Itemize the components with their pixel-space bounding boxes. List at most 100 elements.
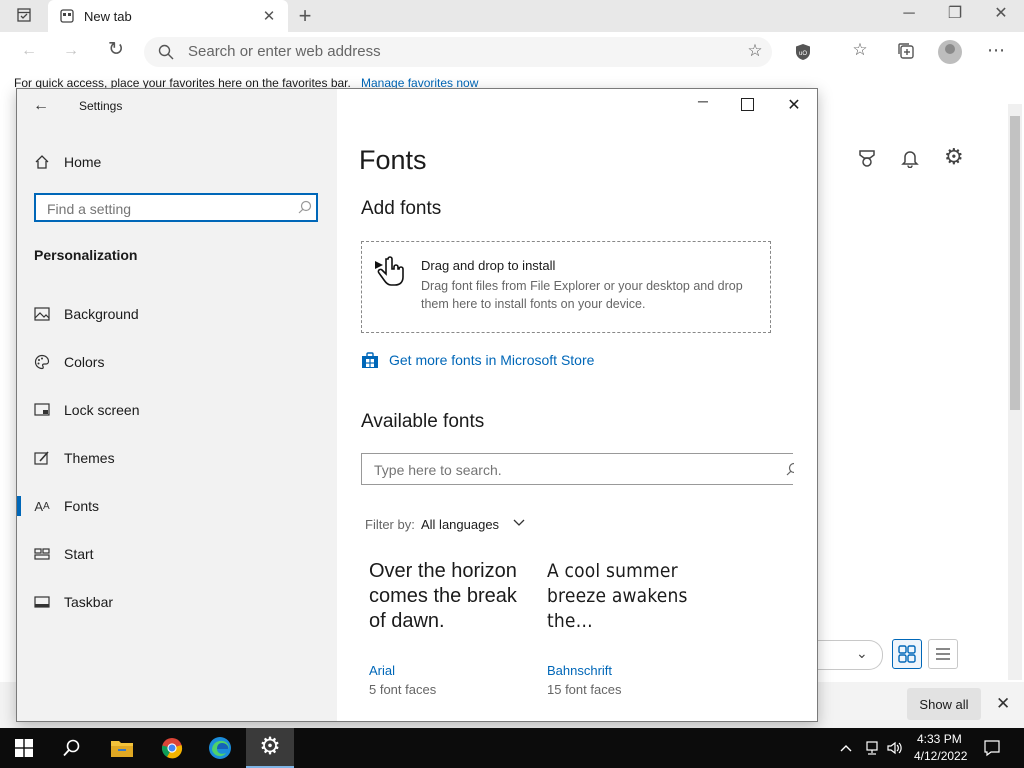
minimize-browser-icon[interactable]: ─ — [900, 6, 918, 24]
font-card-bahnschrift[interactable]: A cool summer breeze awakens the… Bahnsc… — [547, 557, 717, 697]
browser-tab-strip: New tab ✕ + ─ ❐ ✕ — [0, 0, 1024, 32]
home-nav-item[interactable]: Home — [17, 138, 337, 186]
add-favorite-star-icon[interactable]: ☆ — [746, 42, 764, 61]
home-label: Home — [64, 154, 102, 170]
refresh-icon[interactable]: ↻ — [106, 40, 126, 62]
nav-label: Background — [64, 306, 139, 322]
nav-label: Taskbar — [64, 594, 114, 610]
nav-lock-screen[interactable]: Lock screen — [17, 386, 337, 434]
font-search-field[interactable] — [372, 461, 776, 479]
clock-time[interactable]: 4:33 PM — [917, 732, 962, 746]
windows-start-icon[interactable] — [0, 728, 48, 768]
nav-fonts[interactable]: AA Fonts — [17, 482, 337, 530]
drop-description: Drag font files from File Explorer or yo… — [421, 279, 743, 311]
store-bag-icon[interactable] — [361, 351, 379, 369]
settings-content: ─ ✕ Fonts Add fonts Drag and drop to ins… — [337, 89, 817, 721]
nav-label: Start — [64, 546, 94, 562]
clock-date[interactable]: 4/12/2022 — [914, 749, 967, 763]
address-bar[interactable]: Search or enter web address ☆ — [144, 37, 772, 67]
show-all-label: Show all — [919, 696, 969, 712]
font-faces: 5 font faces — [369, 682, 437, 697]
nav-label: Fonts — [64, 498, 100, 514]
more-menu-icon[interactable]: ⋯ — [986, 41, 1006, 62]
find-setting-input[interactable] — [34, 193, 318, 222]
store-link[interactable]: Get more fonts in Microsoft Store — [389, 352, 594, 368]
back-button[interactable]: ← — [33, 97, 49, 114]
nav-taskbar[interactable]: Taskbar — [17, 578, 337, 626]
taskbar-icon — [34, 594, 50, 610]
list-view-icon[interactable] — [928, 639, 958, 669]
maximize-window-icon[interactable] — [741, 98, 754, 111]
tab-title: New tab — [84, 9, 132, 24]
image-icon — [34, 306, 50, 322]
font-card-arial[interactable]: Over the horizon comes the break of dawn… — [369, 557, 529, 697]
ublock-shield-icon[interactable]: uO — [794, 43, 812, 61]
drop-zone[interactable]: Drag and drop to install Drag font files… — [361, 241, 771, 333]
grid-view-icon[interactable] — [892, 639, 922, 669]
layout-dropdown[interactable]: ⌄ — [816, 640, 883, 670]
new-tab-favicon-icon — [60, 9, 74, 23]
chevron-down-icon: ⌄ — [856, 645, 868, 661]
minimize-window-icon[interactable]: ─ — [695, 93, 711, 117]
page-settings-gear-icon[interactable]: ⚙ — [944, 146, 966, 168]
page-title: Fonts — [359, 145, 427, 175]
add-fonts-heading: Add fonts — [361, 198, 442, 219]
new-tab-plus-icon[interactable]: + — [296, 5, 314, 27]
font-name: Arial — [369, 663, 396, 678]
edge-icon[interactable] — [196, 728, 244, 768]
home-icon — [34, 154, 50, 170]
nav-start[interactable]: Start — [17, 530, 337, 578]
font-preview: Over the horizon comes the break of dawn… — [369, 560, 517, 632]
section-title: Personalization — [34, 247, 138, 263]
forward-arrow-icon[interactable]: → — [62, 43, 80, 61]
close-feed-icon[interactable]: ✕ — [996, 694, 1012, 713]
rewards-icon[interactable] — [857, 148, 877, 168]
taskbar-search-icon[interactable] — [48, 728, 96, 768]
close-tab-icon[interactable]: ✕ — [262, 9, 276, 25]
drop-title: Drag and drop to install — [421, 258, 556, 273]
collections-icon[interactable] — [896, 42, 916, 62]
nav-colors[interactable]: Colors — [17, 338, 337, 386]
font-preview: A cool summer breeze awakens the… — [547, 560, 688, 632]
close-window-icon[interactable]: ✕ — [786, 95, 802, 115]
favorites-icon[interactable]: ☆ — [850, 41, 870, 62]
available-fonts-heading: Available fonts — [361, 411, 485, 432]
restore-browser-icon[interactable]: ❐ — [946, 6, 964, 24]
lock-screen-icon — [34, 402, 50, 418]
scrollbar-track[interactable] — [1008, 104, 1022, 680]
nav-label: Lock screen — [64, 402, 140, 418]
profile-avatar[interactable] — [938, 40, 962, 64]
chrome-icon[interactable] — [148, 728, 196, 768]
settings-app-icon[interactable]: ⚙ — [246, 728, 294, 768]
search-icon — [786, 462, 794, 476]
back-arrow-icon[interactable]: ← — [20, 43, 38, 61]
show-hidden-icons-icon[interactable] — [840, 740, 852, 752]
palette-icon — [34, 354, 50, 370]
themes-icon — [34, 450, 50, 466]
tab-actions-icon[interactable] — [16, 8, 32, 24]
start-icon — [34, 546, 50, 562]
font-name: Bahnschrift — [547, 663, 613, 678]
address-placeholder: Search or enter web address — [188, 43, 381, 60]
volume-icon[interactable] — [886, 740, 904, 756]
show-all-button[interactable]: Show all — [907, 688, 981, 720]
filter-label: Filter by: — [365, 517, 415, 532]
browser-tab[interactable]: New tab ✕ — [48, 0, 288, 32]
scrollbar-thumb[interactable] — [1010, 116, 1020, 410]
file-explorer-icon[interactable] — [98, 728, 146, 768]
filter-value[interactable]: All languages — [421, 517, 499, 532]
search-icon — [298, 200, 312, 214]
chevron-down-icon[interactable] — [513, 515, 525, 527]
notifications-bell-icon[interactable] — [900, 148, 920, 169]
nav-background[interactable]: Background — [17, 290, 337, 338]
close-browser-icon[interactable]: ✕ — [992, 6, 1010, 24]
nav-label: Themes — [64, 450, 115, 466]
nav-label: Colors — [64, 354, 105, 370]
notification-center-icon[interactable] — [983, 739, 1001, 757]
network-icon[interactable] — [864, 740, 880, 756]
settings-sidebar: ← Settings Home Personalization Backgrou… — [17, 89, 337, 721]
fonts-icon: AA — [34, 498, 50, 514]
find-setting-field[interactable] — [45, 200, 289, 218]
font-search-input[interactable] — [361, 453, 794, 485]
nav-themes[interactable]: Themes — [17, 434, 337, 482]
